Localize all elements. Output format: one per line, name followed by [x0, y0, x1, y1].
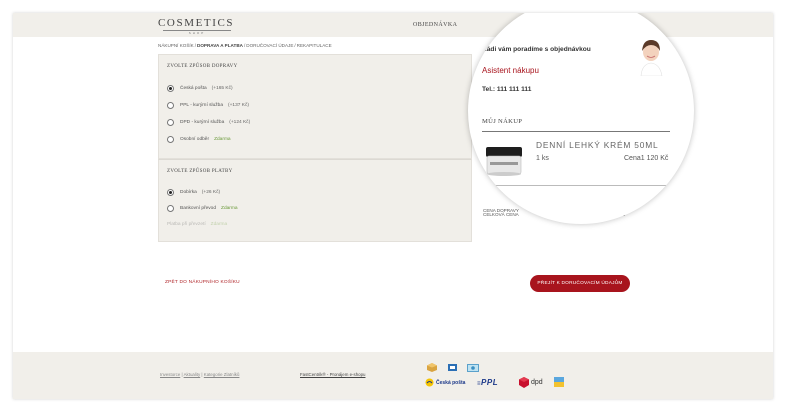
footer-link-news[interactable]: Aktuality [184, 372, 201, 377]
product-thumbnail[interactable] [484, 143, 524, 179]
shipping-option-price: (+137 Kč) [228, 102, 249, 108]
payment-option-price: Zdarma [210, 221, 228, 227]
fastcentrik-link[interactable]: FastCentrik® - Pronájem e-shopu [300, 372, 365, 377]
breadcrumb-shipping-payment: DOPRAVA A PLATBA [197, 43, 243, 48]
cart-title: MŮJ NÁKUP [482, 118, 523, 125]
shipping-option-ceska-posta[interactable]: Česká pošta (+165 Kč) [167, 83, 233, 93]
phone-number: Tel.: 111 111 111 [482, 86, 532, 93]
shipping-option-label: Osobní odběr [180, 136, 210, 142]
footer-links: Investorce | Aktuality | Kategorie Zlatn… [160, 372, 240, 377]
breadcrumb-cart[interactable]: NÁKUPNÍ KOŠÍK [158, 43, 194, 48]
shipping-option-dpd[interactable]: DPD - kurýrní služba (+124 Kč) [167, 117, 250, 127]
shipping-option-label: PPL - kurýrní služba [180, 102, 224, 108]
payment-option-price: (+26 Kč) [201, 189, 221, 195]
summary-divider [482, 185, 670, 186]
payment-option-label: Bankovní převod [180, 205, 217, 211]
product-quantity: 1 ks [536, 155, 549, 162]
back-to-cart-link[interactable]: ZPĚT DO NÁKUPNÍHO KOŠÍKU [165, 280, 240, 285]
payment-option-label: Platba při převzetí [167, 221, 206, 227]
shipping-panel: ZVOLTE ZPŮSOB DOPRAVY Česká pošta (+165 … [158, 54, 472, 159]
radio[interactable] [167, 135, 174, 143]
shipping-option-pickup[interactable]: Osobní odběr Zdarma [167, 134, 231, 144]
breadcrumb-recap: REKAPITULACE [296, 43, 332, 48]
magnifier-bubble: Rádi vám poradíme s objednávkou Asistent… [468, 13, 694, 224]
payment-option-on-delivery: Platba při převzetí Zdarma [167, 219, 227, 229]
page-title: OBJEDNÁVKA [413, 22, 458, 28]
payment-panel: ZVOLTE ZPŮSOB PLATBY Dobírka (+26 Kč) Ba… [158, 159, 472, 242]
dpd-cube-icon [519, 377, 529, 388]
box-icon [448, 364, 457, 371]
ppl-logo: ≡PPL [477, 378, 499, 387]
shopping-assistant-link[interactable]: Asistent nákupu [482, 66, 539, 75]
shipping-option-label: Česká pošta [180, 85, 207, 91]
radio-checked[interactable] [167, 84, 174, 92]
payment-option-price: Zdarma [221, 205, 238, 211]
ceska-posta-logo: Česká pošta [436, 380, 466, 386]
shipping-option-price: (+124 Kč) [229, 119, 251, 125]
breadcrumb-separator: / [294, 43, 296, 48]
cart-divider [482, 131, 670, 132]
radio[interactable] [167, 101, 174, 109]
shipping-option-price: (+165 Kč) [211, 85, 233, 91]
payment-option-transfer[interactable]: Bankovní převod Zdarma [167, 203, 238, 213]
breadcrumb: NÁKUPNÍ KOŠÍK/DOPRAVA A PLATBA/DORUČOVAC… [158, 43, 332, 48]
payment-option-label: Dobírka [180, 189, 197, 195]
ceska-posta-icon [425, 378, 434, 387]
product-price: Cena1 120 Kč [624, 155, 669, 162]
payment-option-cod[interactable]: Dobírka (+26 Kč) [167, 187, 220, 197]
logo-subtitle: SHOP [163, 30, 231, 35]
continue-to-delivery-button[interactable]: PŘEJÍT K DORUČOVACÍM ÚDAJŮM [530, 275, 630, 292]
summary-fragment-cena: CENA [482, 188, 498, 194]
product-name[interactable]: DENNÍ LEHKÝ KRÉM 50ML [536, 140, 658, 150]
assistant-avatar-icon [640, 40, 663, 76]
shipping-title: ZVOLTE ZPŮSOB DOPRAVY [167, 64, 238, 69]
radio[interactable] [167, 204, 174, 212]
payment-title: ZVOLTE ZPŮSOB PLATBY [167, 169, 233, 174]
dpd-logo: dpd [531, 379, 543, 386]
package-icon [427, 363, 437, 372]
footer-link-categories[interactable]: Kategorie Zlatníků [204, 372, 240, 377]
page-frame: COSMETICS SHOP OBJEDNÁVKA NÁKUPNÍ KOŠÍK/… [13, 13, 773, 399]
radio[interactable] [167, 118, 174, 126]
breadcrumb-separator: / [194, 43, 197, 48]
help-title: Rádi vám poradíme s objednávkou [482, 46, 591, 53]
breadcrumb-delivery: DORUČOVACÍ ÚDAJE [246, 43, 294, 48]
shipping-option-label: DPD - kurýrní služba [180, 119, 225, 125]
card-icon [467, 364, 479, 372]
shipping-option-ppl[interactable]: PPL - kurýrní služba (+137 Kč) [167, 100, 249, 110]
logo[interactable]: COSMETICS [158, 17, 234, 29]
shipping-option-price: Zdarma [214, 136, 231, 142]
flag-icon [554, 377, 564, 387]
radio-checked[interactable] [167, 188, 174, 196]
footer: Investorce | Aktuality | Kategorie Zlatn… [13, 352, 773, 399]
footer-link-investors[interactable]: Investorce [160, 372, 180, 377]
carrier-logos: Česká pošta ≡PPL dpd [425, 363, 575, 393]
